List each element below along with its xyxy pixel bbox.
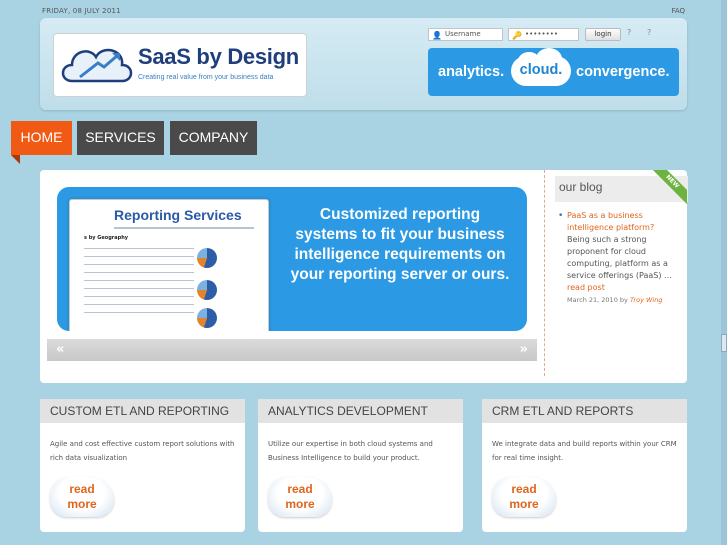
nav-company[interactable]: COMPANY: [170, 121, 257, 155]
pie-chart-icon: [197, 280, 217, 300]
slide-caption: Customized reporting systems to fit your…: [290, 206, 510, 283]
card-body: Agile and cost effective custom report s…: [50, 440, 235, 462]
pie-chart-icon: [197, 308, 217, 328]
table-line: [84, 304, 194, 305]
logo-title: SaaS by Design: [138, 44, 299, 69]
site-logo[interactable]: SaaS by Design Creating real value from …: [53, 33, 307, 97]
user-icon: 👤: [432, 31, 442, 40]
table-line: [84, 256, 194, 257]
read-more-button[interactable]: read more: [50, 477, 118, 519]
report-screenshot: Reporting Services s by Geography: [69, 199, 269, 331]
service-card: CRM ETL AND REPORTS We integrate data an…: [482, 399, 687, 532]
password-input[interactable]: 🔑 ••••••••: [508, 28, 579, 41]
password-value: ••••••••: [525, 30, 559, 38]
slider-next-icon[interactable]: »: [520, 342, 528, 357]
table-line: [84, 248, 194, 249]
page-scrollbar[interactable]: [721, 0, 727, 545]
blog-post-author[interactable]: Troy Wing: [630, 296, 663, 304]
table-line: [84, 288, 194, 289]
help-icon[interactable]: ?: [647, 28, 651, 37]
logo-tagline: Creating real value from your business d…: [138, 74, 274, 81]
read-more-label: read more: [509, 482, 539, 511]
read-more-button[interactable]: read more: [492, 477, 560, 519]
slider-slide[interactable]: Reporting Services s by Geography Custom…: [57, 187, 527, 331]
blog-post-meta: March 21, 2010 by Troy Wing: [567, 294, 679, 306]
nav-services[interactable]: SERVICES: [77, 121, 164, 155]
read-more-label: read more: [67, 482, 97, 511]
table-line: [84, 280, 194, 281]
blog-post-date: March 21, 2010 by: [567, 296, 628, 304]
pie-chart-icon: [197, 248, 217, 268]
service-card: ANALYTICS DEVELOPMENT Utilize our expert…: [258, 399, 463, 532]
banner-cloud-text: cloud.: [519, 62, 563, 78]
table-line: [84, 296, 194, 297]
blog-panel: our blog NEW • PaaS as a business intell…: [544, 170, 688, 376]
nav-home[interactable]: HOME: [11, 121, 72, 164]
login-button[interactable]: login: [585, 28, 621, 41]
new-badge: NEW: [651, 170, 687, 206]
faq-link[interactable]: FAQ: [671, 7, 685, 15]
scrollbar-thumb[interactable]: [721, 334, 727, 352]
table-line: [84, 264, 194, 265]
screenshot-subtitle: s by Geography: [84, 235, 129, 241]
table-line: [84, 272, 194, 273]
screenshot-title: Reporting Services: [114, 207, 242, 223]
site-header: SaaS by Design Creating real value from …: [40, 18, 687, 110]
blog-post: • PaaS as a business intelligence platfo…: [558, 210, 679, 306]
blog-post-excerpt: Being such a strong proponent for cloud …: [567, 235, 672, 280]
card-title: CUSTOM ETL AND REPORTING: [40, 399, 245, 423]
current-date: FRIDAY, 08 JULY 2011: [42, 7, 121, 15]
card-body: We integrate data and build reports with…: [492, 440, 677, 462]
banner-cloud: cloud.: [511, 48, 571, 86]
key-icon: 🔑: [512, 31, 522, 40]
slider-pager: « »: [47, 339, 537, 361]
title-underline: [114, 227, 254, 229]
banner-analytics: analytics.: [438, 64, 505, 80]
tagline-banner: analytics. cloud. convergence.: [428, 48, 679, 96]
help-icon[interactable]: ?: [627, 28, 631, 37]
blog-post-title[interactable]: PaaS as a business intelligence platform…: [567, 210, 679, 234]
new-badge-label: NEW: [651, 170, 687, 205]
service-card: CUSTOM ETL AND REPORTING Agile and cost …: [40, 399, 245, 532]
table-line: [84, 312, 194, 313]
username-placeholder: Username: [445, 30, 481, 38]
read-more-button[interactable]: read more: [268, 477, 336, 519]
read-post-link[interactable]: read post: [567, 282, 679, 294]
slider-prev-icon[interactable]: «: [56, 342, 64, 357]
cloud-logo-icon: [61, 48, 133, 83]
bullet-icon: •: [558, 211, 564, 221]
banner-convergence: convergence.: [576, 64, 670, 80]
username-input[interactable]: 👤 Username: [428, 28, 503, 41]
card-title: ANALYTICS DEVELOPMENT: [258, 399, 463, 423]
main-panel: Reporting Services s by Geography Custom…: [40, 170, 688, 383]
card-title: CRM ETL AND REPORTS: [482, 399, 687, 423]
card-body: Utilize our expertise in both cloud syst…: [268, 440, 433, 462]
read-more-label: read more: [285, 482, 315, 511]
